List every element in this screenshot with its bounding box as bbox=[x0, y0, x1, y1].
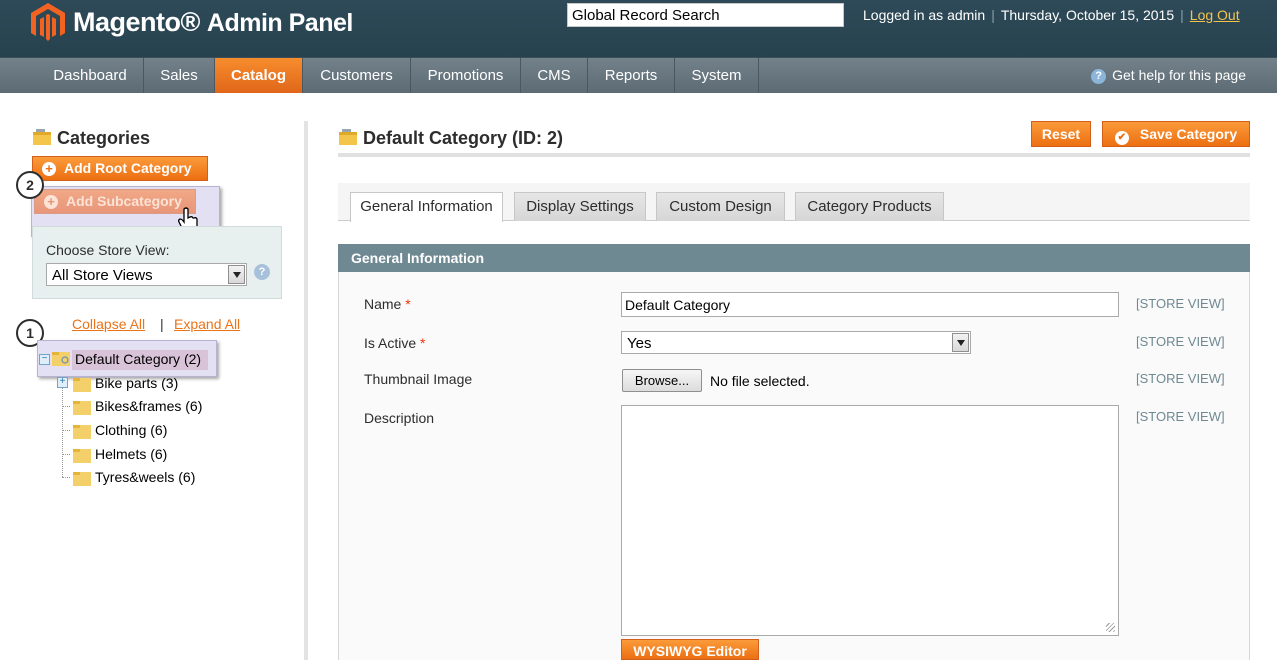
store-view-label: Choose Store View: bbox=[46, 242, 170, 258]
is-active-select[interactable]: Yes bbox=[621, 331, 971, 354]
default-category-node[interactable]: − Default Category (2) bbox=[37, 340, 217, 377]
tree-item-clothing[interactable]: Clothing (6) bbox=[95, 422, 167, 438]
folder-icon bbox=[33, 129, 51, 145]
nav-dashboard[interactable]: Dashboard bbox=[37, 58, 144, 93]
folder-icon bbox=[339, 129, 357, 145]
brand-main: Magento bbox=[73, 7, 181, 37]
expand-all-link[interactable]: Expand All bbox=[174, 316, 240, 332]
dropdown-arrow-icon bbox=[228, 265, 245, 284]
plus-icon: + bbox=[44, 195, 58, 209]
store-view-select[interactable]: All Store Views bbox=[46, 263, 247, 286]
callout-badge-2: 2 bbox=[16, 171, 44, 199]
expand-node-icon[interactable]: + bbox=[57, 377, 68, 388]
tree-item-helmets[interactable]: Helmets (6) bbox=[95, 446, 167, 462]
main-nav: Dashboard Sales Catalog Customers Promot… bbox=[0, 57, 1277, 93]
nav-promotions[interactable]: Promotions bbox=[411, 58, 521, 93]
tree-item-bike-parts[interactable]: Bike parts (3) bbox=[95, 375, 178, 391]
nav-sales[interactable]: Sales bbox=[144, 58, 215, 93]
tree-line bbox=[62, 406, 70, 407]
check-icon: ✔ bbox=[1114, 131, 1129, 145]
folder-icon bbox=[52, 352, 70, 366]
help-link[interactable]: ? Get help for this page bbox=[1091, 67, 1246, 84]
link-separator: | bbox=[160, 316, 164, 332]
save-label: Save Category bbox=[1139, 126, 1238, 142]
is-active-value: Yes bbox=[627, 335, 652, 352]
add-subcategory-button[interactable]: + Add Subcategory bbox=[34, 189, 196, 214]
reset-button[interactable]: Reset bbox=[1031, 121, 1091, 147]
scope-label: [STORE VIEW] bbox=[1136, 409, 1225, 424]
nav-reports[interactable]: Reports bbox=[588, 58, 675, 93]
global-search-input[interactable] bbox=[567, 3, 844, 27]
tree-item-tyres-weels[interactable]: Tyres&weels (6) bbox=[95, 469, 195, 485]
date-text: Thursday, October 15, 2015 bbox=[1000, 7, 1175, 23]
plus-icon: + bbox=[42, 162, 56, 176]
tab-category-products[interactable]: Category Products bbox=[795, 192, 944, 221]
page-title: Default Category (ID: 2) bbox=[363, 128, 564, 148]
name-label: Name * bbox=[364, 296, 411, 312]
scope-label: [STORE VIEW] bbox=[1136, 334, 1225, 349]
folder-icon bbox=[73, 472, 91, 486]
question-icon[interactable]: ? bbox=[254, 264, 270, 280]
section-header: General Information bbox=[338, 244, 1250, 272]
logged-in-text: Logged in as admin bbox=[863, 7, 986, 23]
folder-icon bbox=[73, 401, 91, 415]
nav-system[interactable]: System bbox=[675, 58, 759, 93]
description-textarea[interactable] bbox=[621, 405, 1119, 636]
nav-cms[interactable]: CMS bbox=[521, 58, 588, 93]
tab-custom-design[interactable]: Custom Design bbox=[656, 192, 785, 221]
help-icon: ? bbox=[1091, 69, 1107, 84]
tree-line bbox=[62, 430, 70, 431]
magento-logo-icon bbox=[31, 3, 65, 41]
brand-title: Magento® Admin Panel bbox=[73, 7, 353, 37]
tab-display-settings[interactable]: Display Settings bbox=[514, 192, 646, 221]
admin-header: Magento® Admin Panel Logged in as admin|… bbox=[0, 0, 1277, 57]
store-view-value: All Store Views bbox=[52, 267, 153, 284]
collapse-node-icon[interactable]: − bbox=[39, 354, 50, 365]
title-divider bbox=[338, 153, 1250, 157]
folder-icon bbox=[73, 449, 91, 463]
wysiwyg-editor-button[interactable]: WYSIWYG Editor bbox=[621, 639, 759, 660]
tab-general-information[interactable]: General Information bbox=[350, 192, 503, 222]
column-divider bbox=[304, 121, 308, 660]
required-mark: * bbox=[420, 335, 426, 351]
tree-line bbox=[62, 377, 63, 477]
nav-catalog[interactable]: Catalog bbox=[215, 58, 303, 93]
scope-label: [STORE VIEW] bbox=[1136, 371, 1225, 386]
collapse-all-link[interactable]: Collapse All bbox=[72, 316, 145, 332]
thumbnail-label: Thumbnail Image bbox=[364, 371, 473, 387]
brand-sub: Admin Panel bbox=[206, 9, 353, 37]
logout-link[interactable]: Log Out bbox=[1190, 7, 1240, 23]
categories-title: Categories bbox=[57, 128, 151, 148]
add-root-label: Add Root Category bbox=[64, 160, 192, 176]
nav-customers[interactable]: Customers bbox=[303, 58, 411, 93]
folder-icon bbox=[73, 425, 91, 439]
no-file-text: No file selected. bbox=[710, 373, 810, 389]
save-category-button[interactable]: ✔ Save Category bbox=[1102, 121, 1250, 147]
tree-line bbox=[62, 454, 70, 455]
header-info: Logged in as admin | Thursday, October 15,… bbox=[863, 7, 1240, 23]
default-category-label: Default Category (2) bbox=[75, 351, 202, 367]
tree-item-bikes-frames[interactable]: Bikes&frames (6) bbox=[95, 398, 202, 414]
help-text: Get help for this page bbox=[1112, 67, 1246, 83]
name-input[interactable] bbox=[621, 292, 1119, 317]
dropdown-arrow-icon bbox=[952, 333, 969, 352]
folder-icon bbox=[73, 378, 91, 392]
required-mark: * bbox=[405, 296, 411, 312]
scope-label: [STORE VIEW] bbox=[1136, 296, 1225, 311]
add-root-category-button[interactable]: + Add Root Category bbox=[32, 156, 208, 181]
is-active-label: Is Active * bbox=[364, 335, 426, 351]
resize-grip-icon[interactable] bbox=[1106, 623, 1115, 632]
tree-line bbox=[62, 477, 70, 478]
description-label: Description bbox=[364, 410, 435, 426]
browse-button[interactable]: Browse... bbox=[622, 369, 702, 392]
add-sub-label: Add Subcategory bbox=[66, 193, 182, 209]
